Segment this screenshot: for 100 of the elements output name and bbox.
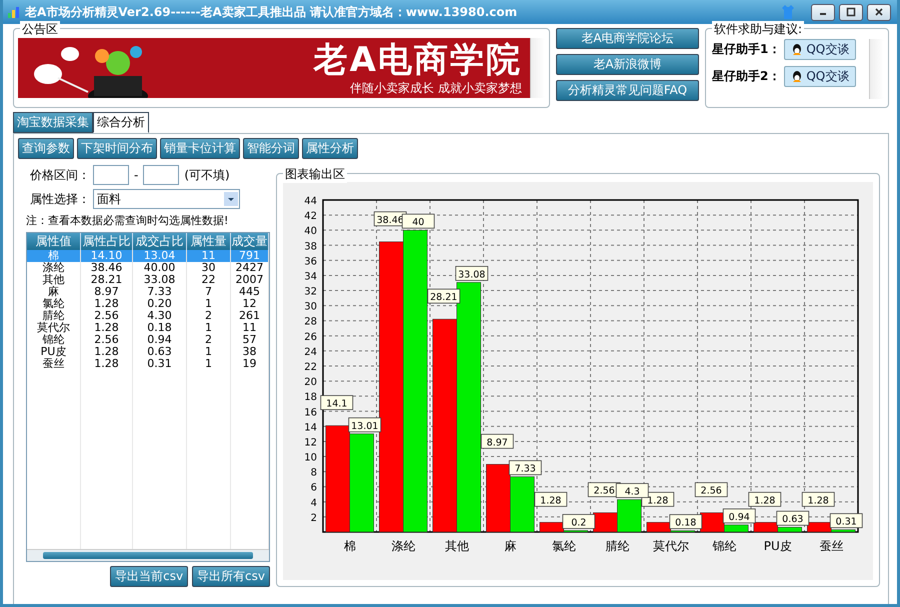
data-label: 1.28 bbox=[540, 495, 562, 506]
scrollbar[interactable] bbox=[27, 549, 269, 561]
data-label: 1.28 bbox=[754, 495, 776, 506]
column-header[interactable]: 属性值 bbox=[27, 233, 81, 250]
table-row[interactable]: 涤纶 38.46 40.00 30 2427 bbox=[27, 262, 269, 274]
table-cell: 麻 bbox=[27, 286, 81, 298]
helper-label: 星仔助手2： bbox=[712, 68, 780, 85]
table-row[interactable]: 蚕丝 1.28 0.31 1 19 bbox=[27, 358, 269, 370]
table-cell: 40.00 bbox=[133, 262, 187, 274]
link-button[interactable]: 老A新浪微博 bbox=[556, 54, 699, 75]
y-tick-label: 32 bbox=[304, 286, 317, 298]
table-row[interactable]: 莫代尔 1.28 0.18 1 11 bbox=[27, 322, 269, 334]
table-row[interactable]: 腈纶 2.56 4.30 2 261 bbox=[27, 310, 269, 322]
data-label: 0.31 bbox=[836, 516, 857, 528]
table-cell: 涤纶 bbox=[27, 262, 81, 274]
link-button[interactable]: 分析精灵常见问题FAQ bbox=[556, 80, 699, 101]
attribute-label: 属性选择： bbox=[29, 190, 88, 208]
table-cell: 1.28 bbox=[81, 322, 133, 334]
table-cell: 33.08 bbox=[133, 274, 187, 286]
toolbar-button[interactable]: 智能分词 bbox=[243, 138, 299, 159]
toolbar-button[interactable]: 属性分析 bbox=[302, 138, 358, 159]
table-cell: 2007 bbox=[231, 274, 269, 286]
y-tick-label: 28 bbox=[304, 316, 317, 328]
penguin-icon bbox=[791, 70, 804, 83]
value-label: 0.31 bbox=[830, 513, 863, 528]
toolbar-button[interactable]: 销量卡位计算 bbox=[160, 138, 240, 159]
table-cell: 7 bbox=[187, 286, 231, 298]
penguin-icon bbox=[791, 43, 804, 56]
value-label: 28.21 bbox=[427, 288, 460, 304]
table-cell: 0.18 bbox=[133, 322, 187, 334]
data-label: 2.56 bbox=[594, 486, 615, 497]
y-tick-label: 2 bbox=[310, 512, 317, 524]
table-cell: 2 bbox=[187, 310, 231, 322]
scrollbar[interactable] bbox=[530, 38, 545, 98]
column-header[interactable]: 属性量 bbox=[187, 233, 231, 250]
tab[interactable]: 淘宝数据采集 bbox=[13, 112, 93, 133]
maximize-icon bbox=[846, 7, 856, 17]
maximize-button[interactable] bbox=[839, 4, 863, 20]
data-label: 0.2 bbox=[571, 517, 586, 528]
table-cell: 261 bbox=[231, 310, 269, 322]
table-row[interactable]: PU皮 1.28 0.63 1 38 bbox=[27, 346, 269, 358]
link-button[interactable]: 老A电商学院论坛 bbox=[556, 28, 699, 49]
value-label: 2.56 bbox=[694, 482, 728, 498]
note-text: 注：查看本数据必需查询时勾选属性数据! bbox=[26, 213, 230, 228]
scrollbar[interactable] bbox=[869, 39, 884, 99]
attribute-dropdown[interactable]: 面料 bbox=[93, 189, 240, 209]
value-label: 1.28 bbox=[802, 492, 835, 507]
y-tick-label: 42 bbox=[304, 211, 317, 222]
table-row[interactable]: 麻 8.97 7.33 7 445 bbox=[27, 286, 269, 298]
table-cell: 1.28 bbox=[81, 346, 133, 358]
category-label: 锦纶 bbox=[712, 539, 736, 553]
qq-chat-button[interactable]: QQ交谈 bbox=[784, 66, 856, 87]
category-label: PU皮 bbox=[764, 539, 792, 553]
table-cell: 0.20 bbox=[133, 298, 187, 310]
minimize-button[interactable] bbox=[811, 4, 835, 20]
table-cell: 1 bbox=[187, 358, 231, 370]
table-cell: 791 bbox=[231, 250, 269, 262]
max-price-field[interactable] bbox=[143, 165, 180, 185]
export-button[interactable]: 导出所有csv bbox=[192, 566, 270, 587]
table-cell: 13.04 bbox=[133, 250, 187, 262]
group-title: 公告区 bbox=[20, 21, 60, 38]
banner-slogan: 伴随小卖家成长 成就小卖家梦想 bbox=[350, 80, 522, 96]
toolbar-button[interactable]: 查询参数 bbox=[18, 138, 74, 159]
tab[interactable]: 综合分析 bbox=[93, 112, 149, 133]
table-cell: 莫代尔 bbox=[27, 322, 81, 334]
table-cell: 7.33 bbox=[133, 286, 187, 298]
table-cell: 0.63 bbox=[133, 346, 187, 358]
qq-chat-button[interactable]: QQ交谈 bbox=[784, 39, 856, 60]
table-row[interactable]: 氯纶 1.28 0.20 1 12 bbox=[27, 298, 269, 310]
column-header[interactable]: 成交占比 bbox=[133, 233, 187, 250]
table-cell: 1 bbox=[187, 322, 231, 334]
table-row[interactable]: 其他 28.21 33.08 22 2007 bbox=[27, 274, 269, 286]
category-label: 腈纶 bbox=[605, 539, 630, 553]
y-tick-label: 14 bbox=[304, 422, 317, 434]
export-button[interactable]: 导出当前csv bbox=[110, 566, 188, 587]
table-cell: 4.30 bbox=[133, 310, 187, 322]
table-row[interactable]: 锦纶 2.56 0.94 2 57 bbox=[27, 334, 269, 346]
table-cell: 棉 bbox=[27, 250, 81, 262]
min-price-field[interactable] bbox=[93, 165, 129, 185]
table-cell: 445 bbox=[231, 286, 269, 298]
table-cell: 19 bbox=[231, 358, 269, 370]
optional-hint: (可不填) bbox=[184, 166, 230, 184]
toolbar-button[interactable]: 下架时间分布 bbox=[77, 138, 157, 159]
value-label: 0.2 bbox=[562, 514, 596, 529]
column-header[interactable]: 成交量 bbox=[231, 233, 269, 250]
table-cell: 2.56 bbox=[81, 310, 133, 322]
table-cell: 其他 bbox=[27, 274, 81, 286]
table-row[interactable]: 棉 14.10 13.04 11 791 bbox=[27, 250, 269, 262]
group-title: 软件求助与建议: bbox=[712, 21, 804, 38]
close-icon bbox=[874, 7, 884, 17]
value-label: 0.94 bbox=[722, 508, 756, 524]
category-label: 棉 bbox=[344, 539, 356, 553]
y-tick-label: 36 bbox=[304, 256, 317, 268]
value-label: 1.28 bbox=[641, 492, 674, 507]
table-cell: 22 bbox=[187, 274, 231, 286]
category-label: 莫代尔 bbox=[652, 539, 689, 553]
category-label: 涤纶 bbox=[391, 539, 416, 553]
column-header[interactable]: 属性占比 bbox=[81, 233, 133, 250]
close-button[interactable] bbox=[867, 4, 891, 20]
table-cell: 14.10 bbox=[81, 250, 133, 262]
